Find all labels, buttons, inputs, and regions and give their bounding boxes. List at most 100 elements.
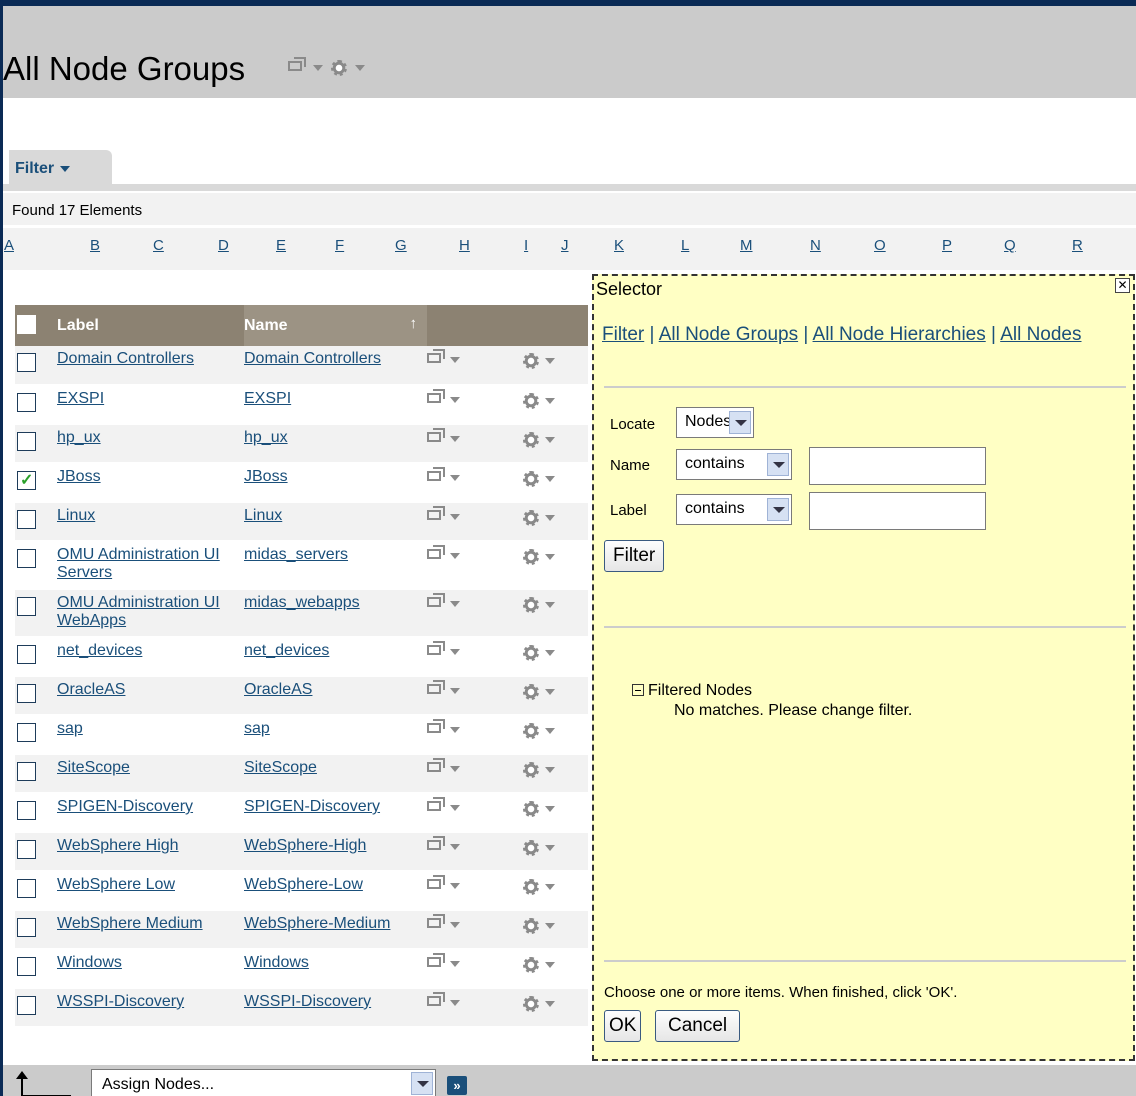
label-link[interactable]: SiteScope — [57, 759, 130, 776]
chevron-down-icon[interactable] — [545, 806, 555, 812]
name-link[interactable]: WebSphere-High — [244, 837, 366, 854]
name-column-header[interactable]: Name ↑ — [244, 305, 427, 346]
name-link[interactable]: Windows — [244, 954, 309, 971]
chevron-down-icon[interactable] — [450, 357, 460, 363]
gear-icon[interactable] — [523, 597, 539, 613]
alpha-link-r[interactable]: R — [1072, 237, 1083, 254]
alpha-link-o[interactable]: O — [874, 237, 886, 254]
alpha-link-i[interactable]: I — [524, 237, 528, 254]
name-link[interactable]: EXSPI — [244, 390, 291, 407]
tree-root[interactable]: Filtered Nodes — [632, 682, 912, 700]
row-checkbox[interactable] — [17, 957, 36, 976]
label-link[interactable]: SPIGEN-Discovery — [57, 798, 193, 815]
alpha-link-g[interactable]: G — [395, 237, 407, 254]
gear-icon[interactable] — [523, 510, 539, 526]
gear-icon[interactable] — [331, 60, 347, 76]
go-button[interactable]: » — [447, 1076, 467, 1095]
row-checkbox[interactable] — [17, 684, 36, 703]
chevron-down-icon[interactable] — [545, 689, 555, 695]
label-link[interactable]: sap — [57, 720, 83, 737]
row-checkbox[interactable] — [17, 996, 36, 1015]
window-menu-icon[interactable] — [427, 680, 445, 698]
alpha-link-e[interactable]: E — [276, 237, 286, 254]
row-checkbox[interactable] — [17, 645, 36, 664]
alpha-link-m[interactable]: M — [740, 237, 753, 254]
name-link[interactable]: midas_webapps — [244, 594, 360, 611]
row-checkbox[interactable] — [17, 801, 36, 820]
chevron-down-icon[interactable] — [450, 553, 460, 559]
alpha-link-l[interactable]: L — [681, 237, 689, 254]
window-menu-icon[interactable] — [427, 914, 445, 932]
link-all-nodes[interactable]: All Nodes — [1000, 324, 1081, 345]
close-icon[interactable]: ✕ — [1115, 278, 1130, 293]
chevron-down-icon[interactable] — [450, 727, 460, 733]
name-link[interactable]: Domain Controllers — [244, 350, 381, 367]
window-menu-icon[interactable] — [427, 349, 445, 367]
name-link[interactable]: JBoss — [244, 468, 288, 485]
gear-icon[interactable] — [523, 471, 539, 487]
row-checkbox[interactable] — [17, 723, 36, 742]
name-link[interactable]: sap — [244, 720, 270, 737]
window-menu-icon[interactable] — [427, 875, 445, 893]
label-filter-input[interactable] — [809, 492, 986, 530]
gear-icon[interactable] — [523, 957, 539, 973]
label-link[interactable]: hp_ux — [57, 429, 101, 446]
label-link[interactable]: OracleAS — [57, 681, 125, 698]
gear-icon[interactable] — [523, 432, 539, 448]
chevron-down-icon[interactable] — [450, 475, 460, 481]
alpha-link-b[interactable]: B — [90, 237, 100, 254]
chevron-down-icon[interactable] — [545, 358, 555, 364]
chevron-down-icon[interactable] — [450, 883, 460, 889]
chevron-down-icon[interactable] — [545, 845, 555, 851]
row-checkbox[interactable] — [17, 597, 36, 616]
locate-select[interactable]: Nodes — [676, 407, 754, 438]
window-menu-icon[interactable] — [427, 836, 445, 854]
label-operator-select[interactable]: contains — [676, 494, 792, 525]
chevron-down-icon[interactable] — [545, 884, 555, 890]
collapse-icon[interactable] — [632, 684, 644, 696]
select-all-checkbox[interactable] — [17, 314, 36, 334]
chevron-down-icon[interactable] — [450, 514, 460, 520]
label-column-header[interactable]: Label — [57, 305, 244, 346]
row-checkbox[interactable] — [17, 353, 36, 372]
chevron-down-icon[interactable] — [450, 1000, 460, 1006]
chevron-down-icon[interactable] — [313, 65, 323, 71]
window-menu-icon[interactable] — [427, 719, 445, 737]
cancel-button[interactable]: Cancel — [655, 1010, 741, 1042]
row-checkbox[interactable] — [17, 879, 36, 898]
chevron-down-icon[interactable] — [450, 805, 460, 811]
label-link[interactable]: OMU Administration UI Servers — [57, 546, 220, 581]
window-menu-icon[interactable] — [427, 506, 445, 524]
name-link[interactable]: Linux — [244, 507, 282, 524]
gear-icon[interactable] — [523, 762, 539, 778]
window-menu-icon[interactable] — [427, 467, 445, 485]
action-select[interactable]: Assign Nodes... — [91, 1069, 436, 1096]
window-menu-icon[interactable] — [288, 57, 306, 75]
chevron-down-icon[interactable] — [545, 923, 555, 929]
chevron-down-icon[interactable] — [450, 601, 460, 607]
name-link[interactable]: hp_ux — [244, 429, 288, 446]
filter-tab[interactable]: Filter — [9, 150, 112, 186]
alpha-link-a[interactable]: A — [4, 237, 14, 254]
gear-icon[interactable] — [523, 996, 539, 1012]
chevron-down-icon[interactable] — [545, 554, 555, 560]
window-menu-icon[interactable] — [427, 758, 445, 776]
chevron-down-icon[interactable] — [545, 1001, 555, 1007]
chevron-down-icon[interactable] — [450, 436, 460, 442]
gear-icon[interactable] — [523, 723, 539, 739]
label-link[interactable]: JBoss — [57, 468, 101, 485]
chevron-down-icon[interactable] — [450, 961, 460, 967]
chevron-down-icon[interactable] — [450, 844, 460, 850]
alpha-link-k[interactable]: K — [614, 237, 624, 254]
row-checkbox[interactable] — [17, 393, 36, 412]
gear-icon[interactable] — [523, 879, 539, 895]
row-checkbox[interactable] — [17, 762, 36, 781]
chevron-down-icon[interactable] — [450, 397, 460, 403]
window-menu-icon[interactable] — [427, 641, 445, 659]
gear-icon[interactable] — [523, 393, 539, 409]
chevron-down-icon[interactable] — [355, 65, 365, 71]
chevron-down-icon[interactable] — [545, 650, 555, 656]
link-all-node-groups[interactable]: All Node Groups — [659, 324, 798, 345]
chevron-down-icon[interactable] — [450, 766, 460, 772]
label-link[interactable]: net_devices — [57, 642, 142, 659]
